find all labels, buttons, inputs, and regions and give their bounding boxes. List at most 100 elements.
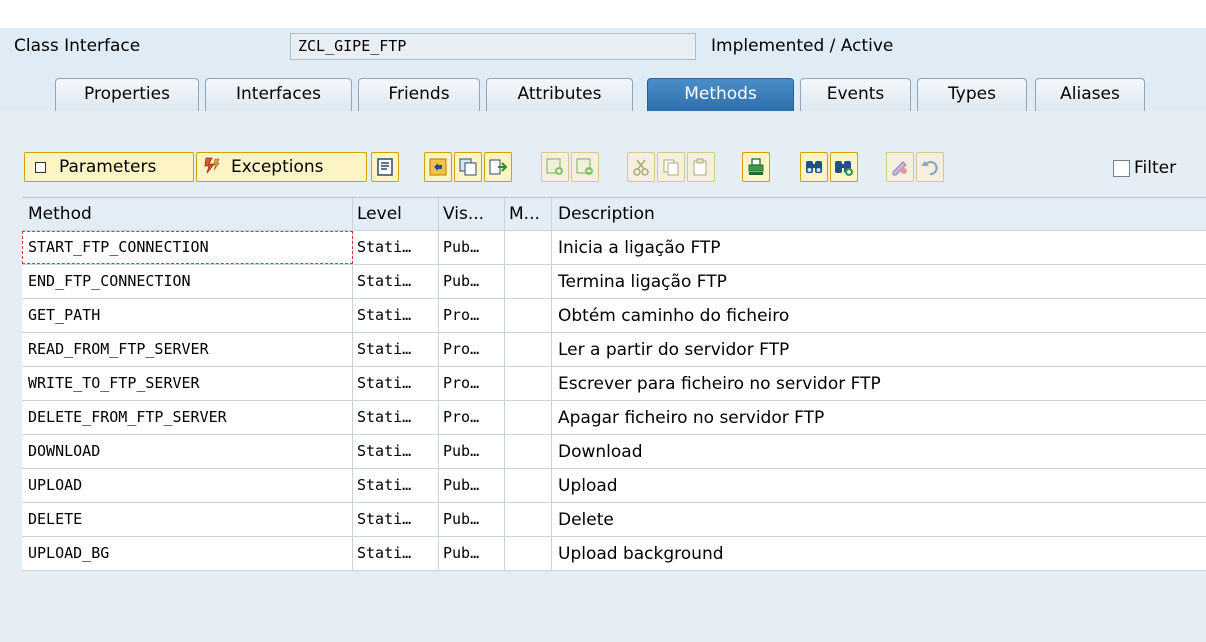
tab-aliases[interactable]: Aliases — [1035, 78, 1145, 111]
methods-panel: Parameters Exceptions Filter Method Leve… — [0, 111, 1206, 642]
paste-icon[interactable] — [687, 152, 715, 182]
visibility-cell[interactable]: Pro… — [439, 333, 505, 366]
methods-table: Method Level Vis... M... Description STA… — [22, 197, 1206, 571]
modeled-cell[interactable] — [505, 231, 552, 264]
tab-types[interactable]: Types — [917, 78, 1027, 111]
parameters-button-label: Parameters — [59, 157, 157, 177]
tab-interfaces[interactable]: Interfaces — [205, 78, 352, 111]
method-name-cell[interactable]: GET_PATH — [22, 299, 353, 332]
level-cell[interactable]: Stati… — [353, 435, 439, 468]
description-cell[interactable]: Escrever para ficheiro no servidor FTP — [552, 367, 1206, 400]
source-code-icon[interactable] — [371, 152, 399, 182]
table-row[interactable]: DELETE_FROM_FTP_SERVER Stati… Pro… Apaga… — [22, 401, 1206, 435]
visibility-cell[interactable]: Pub… — [439, 231, 505, 264]
level-cell[interactable]: Stati… — [353, 299, 439, 332]
visibility-cell[interactable]: Pub… — [439, 469, 505, 502]
redefine-icon[interactable] — [886, 152, 914, 182]
modeled-cell[interactable] — [505, 333, 552, 366]
description-cell[interactable]: Upload — [552, 469, 1206, 502]
method-name-cell[interactable]: DELETE — [22, 503, 353, 536]
table-row[interactable]: START_FTP_CONNECTION Stati… Pub… Inicia … — [22, 231, 1206, 265]
table-row[interactable]: DELETE Stati… Pub… Delete — [22, 503, 1206, 537]
column-header-description[interactable]: Description — [552, 198, 1206, 230]
description-cell[interactable]: Obtém caminho do ficheiro — [552, 299, 1206, 332]
level-cell[interactable]: Stati… — [353, 401, 439, 434]
modeled-cell[interactable] — [505, 537, 552, 570]
visibility-cell[interactable]: Pub… — [439, 435, 505, 468]
description-cell[interactable]: Delete — [552, 503, 1206, 536]
window-top-area — [0, 0, 1206, 28]
visibility-cell[interactable]: Pub… — [439, 265, 505, 298]
filter-checkbox[interactable]: Filter — [1113, 158, 1176, 178]
visibility-cell[interactable]: Pro… — [439, 401, 505, 434]
table-row[interactable]: UPLOAD Stati… Pub… Upload — [22, 469, 1206, 503]
level-cell[interactable]: Stati… — [353, 503, 439, 536]
method-name-cell[interactable]: WRITE_TO_FTP_SERVER — [22, 367, 353, 400]
description-cell[interactable]: Apagar ficheiro no servidor FTP — [552, 401, 1206, 434]
modeled-cell[interactable] — [505, 469, 552, 502]
copy-icon[interactable] — [454, 152, 482, 182]
description-cell[interactable]: Termina ligação FTP — [552, 265, 1206, 298]
method-name-cell[interactable]: START_FTP_CONNECTION — [22, 231, 353, 264]
tab-attributes[interactable]: Attributes — [486, 78, 633, 111]
level-cell[interactable]: Stati… — [353, 231, 439, 264]
visibility-cell[interactable]: Pub… — [439, 537, 505, 570]
level-cell[interactable]: Stati… — [353, 265, 439, 298]
table-row[interactable]: END_FTP_CONNECTION Stati… Pub… Termina l… — [22, 265, 1206, 299]
tab-events[interactable]: Events — [800, 78, 911, 111]
visibility-cell[interactable]: Pro… — [439, 367, 505, 400]
method-name-cell[interactable]: UPLOAD — [22, 469, 353, 502]
description-cell[interactable]: Upload background — [552, 537, 1206, 570]
description-cell[interactable]: Inicia a ligação FTP — [552, 231, 1206, 264]
parameters-button[interactable]: Parameters — [24, 152, 194, 182]
table-row[interactable]: WRITE_TO_FTP_SERVER Stati… Pro… Escrever… — [22, 367, 1206, 401]
class-status-text: Implemented / Active — [711, 36, 894, 56]
find-icon[interactable] — [800, 152, 828, 182]
undo-icon[interactable] — [916, 152, 944, 182]
print-icon[interactable] — [742, 152, 770, 182]
insert-row-icon[interactable] — [541, 152, 569, 182]
class-header: Class Interface ZCL_GIPE_FTP Implemented… — [0, 28, 1206, 66]
navigate-icon[interactable] — [424, 152, 452, 182]
visibility-cell[interactable]: Pub… — [439, 503, 505, 536]
level-cell[interactable]: Stati… — [353, 469, 439, 502]
method-name-cell[interactable]: UPLOAD_BG — [22, 537, 353, 570]
level-cell[interactable]: Stati… — [353, 333, 439, 366]
level-cell[interactable]: Stati… — [353, 537, 439, 570]
table-row[interactable]: READ_FROM_FTP_SERVER Stati… Pro… Ler a p… — [22, 333, 1206, 367]
table-row[interactable]: UPLOAD_BG Stati… Pub… Upload background — [22, 537, 1206, 571]
tab-properties[interactable]: Properties — [55, 78, 199, 111]
exceptions-button[interactable]: Exceptions — [196, 152, 367, 182]
column-header-visibility[interactable]: Vis... — [439, 198, 505, 230]
exceptions-button-label: Exceptions — [231, 157, 324, 177]
modeled-cell[interactable] — [505, 265, 552, 298]
delete-row-icon[interactable] — [571, 152, 599, 182]
column-header-method[interactable]: Method — [22, 198, 353, 230]
filter-checkbox-box[interactable] — [1113, 159, 1130, 177]
class-interface-label: Class Interface — [14, 36, 141, 56]
insert-icon[interactable] — [484, 152, 512, 182]
method-name-cell[interactable]: DELETE_FROM_FTP_SERVER — [22, 401, 353, 434]
description-cell[interactable]: Ler a partir do servidor FTP — [552, 333, 1206, 366]
description-cell[interactable]: Download — [552, 435, 1206, 468]
cut-icon[interactable] — [627, 152, 655, 182]
method-name-cell[interactable]: DOWNLOAD — [22, 435, 353, 468]
modeled-cell[interactable] — [505, 299, 552, 332]
modeled-cell[interactable] — [505, 435, 552, 468]
tab-friends[interactable]: Friends — [358, 78, 480, 111]
table-row[interactable]: DOWNLOAD Stati… Pub… Download — [22, 435, 1206, 469]
modeled-cell[interactable] — [505, 367, 552, 400]
method-name-cell[interactable]: END_FTP_CONNECTION — [22, 265, 353, 298]
column-header-level[interactable]: Level — [353, 198, 439, 230]
column-header-modeled[interactable]: M... — [505, 198, 552, 230]
modeled-cell[interactable] — [505, 503, 552, 536]
method-name-cell[interactable]: READ_FROM_FTP_SERVER — [22, 333, 353, 366]
find-next-icon[interactable] — [830, 152, 858, 182]
tab-methods[interactable]: Methods — [647, 78, 794, 111]
modeled-cell[interactable] — [505, 401, 552, 434]
visibility-cell[interactable]: Pro… — [439, 299, 505, 332]
copy-rows-icon[interactable] — [657, 152, 685, 182]
table-row[interactable]: GET_PATH Stati… Pro… Obtém caminho do fi… — [22, 299, 1206, 333]
class-name-field[interactable]: ZCL_GIPE_FTP — [290, 33, 696, 60]
level-cell[interactable]: Stati… — [353, 367, 439, 400]
